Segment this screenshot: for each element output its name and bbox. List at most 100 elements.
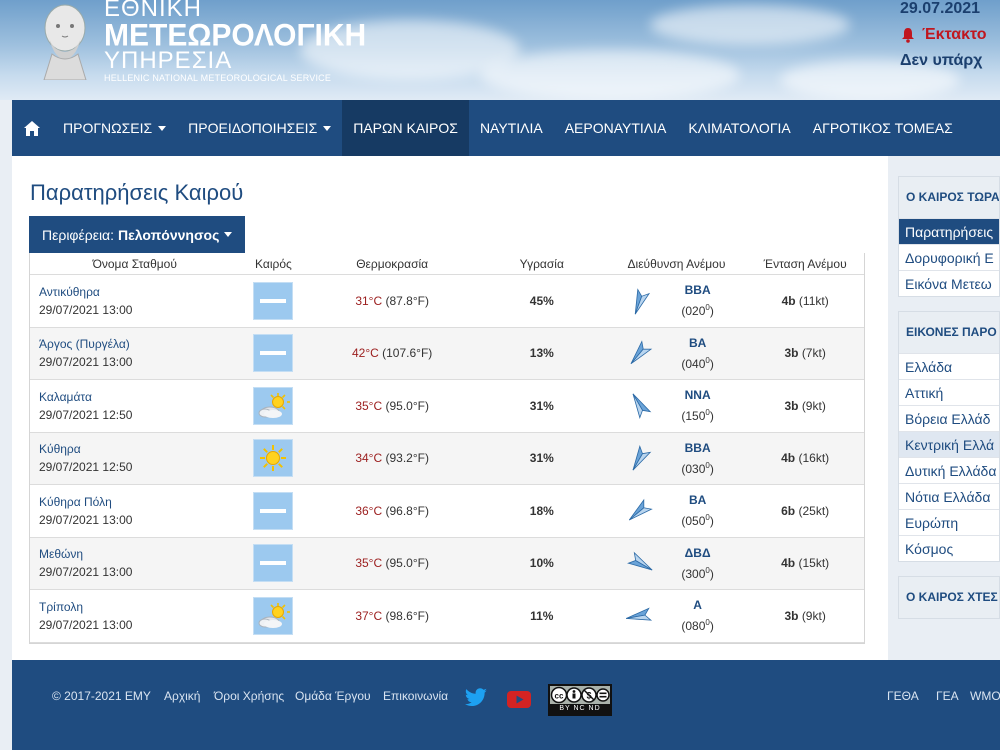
temperature-c: 34°C bbox=[355, 451, 383, 466]
twitter-icon[interactable] bbox=[464, 688, 488, 708]
weather-cell bbox=[240, 281, 308, 320]
wind-degrees-value: (080 bbox=[681, 619, 706, 634]
sidebar-item-attica[interactable]: Αττική bbox=[899, 379, 999, 405]
wind-degrees-close: ) bbox=[709, 409, 714, 424]
home-button[interactable] bbox=[12, 100, 52, 156]
sidebar-item-world[interactable]: Κόσμος bbox=[899, 535, 999, 561]
main-nav: ΠΡΟΓΝΩΣΕΙΣ ΠΡΟΕΙΔΟΠΟΙΗΣΕΙΣ ΠΑΡΩΝ ΚΑΙΡΟΣ … bbox=[12, 100, 1000, 156]
site-header: ΕΘΝΙΚΗ ΜΕΤΕΩΡΟΛΟΓΙΚΗ ΥΠΗΡΕΣΙΑ HELLENIC N… bbox=[0, 0, 1000, 100]
temperature-f: (87.8°F) bbox=[385, 293, 429, 308]
bell-icon bbox=[902, 28, 914, 43]
temperature-cell: 35°C (95.0°F) bbox=[307, 556, 477, 570]
wind-degrees-value: (050 bbox=[681, 514, 706, 529]
sidebar-item-observations[interactable]: Παρατηρήσεις bbox=[899, 218, 999, 244]
temperature-c: 36°C bbox=[355, 503, 383, 518]
observation-time: 29/07/2021 12:50 bbox=[39, 460, 133, 475]
temperature-cell: 42°C (107.6°F) bbox=[307, 346, 477, 360]
wind-knots: (9kt) bbox=[801, 608, 826, 623]
temperature-f: (95.0°F) bbox=[385, 398, 429, 413]
sidebar-yesterday-title[interactable]: Ο ΚΑΙΡΟΣ ΧΤΕΣ bbox=[899, 577, 999, 618]
footer-link-contact[interactable]: Επικοινωνία bbox=[383, 689, 448, 703]
sidebar-item-north-greece[interactable]: Βόρεια Ελλάδ bbox=[899, 405, 999, 431]
footer-link-terms[interactable]: Όροι Χρήσης bbox=[214, 689, 284, 703]
caret-down-icon bbox=[323, 125, 332, 131]
sidebar-item-greece[interactable]: Ελλάδα bbox=[899, 353, 999, 379]
humidity-value: 18% bbox=[529, 503, 554, 518]
sidebar-item-weather-image[interactable]: Εικόνα Μετεω bbox=[899, 270, 999, 296]
logo-text[interactable]: ΕΘΝΙΚΗ ΜΕΤΕΩΡΟΛΟΓΙΚΗ ΥΠΗΡΕΣΙΑ HELLENIC N… bbox=[104, 0, 366, 84]
footer-link-home[interactable]: Αρχική bbox=[164, 689, 200, 703]
nav-agriculture-label: ΑΓΡΟΤΙΚΟΣ ΤΟΜΕΑΣ bbox=[812, 120, 953, 136]
nav-forecasts-label: ΠΡΟΓΝΩΣΕΙΣ bbox=[63, 120, 153, 136]
wind-degrees-value: (150 bbox=[681, 409, 706, 424]
station-cell: Άργος (Πυργέλα) 29/07/2021 13:00 bbox=[30, 335, 240, 371]
wind-speed-cell: 3b (7kt) bbox=[746, 346, 864, 360]
sidebar-yesterday-box: Ο ΚΑΙΡΟΣ ΧΤΕΣ bbox=[898, 576, 1000, 619]
temperature-cell: 36°C (96.8°F) bbox=[307, 504, 477, 518]
station-name-link[interactable]: Μεθώνη bbox=[39, 545, 240, 563]
youtube-icon[interactable] bbox=[507, 691, 531, 708]
station-cell: Τρίπολη 29/07/2021 13:00 bbox=[30, 598, 240, 634]
temperature-cell: 31°C (87.8°F) bbox=[307, 294, 477, 308]
sidebar-item-central-greece[interactable]: Κεντρική Ελλά bbox=[899, 431, 999, 457]
footer-link-team[interactable]: Ομάδα Έργου bbox=[295, 689, 371, 703]
wind-knots: (9kt) bbox=[801, 398, 826, 413]
wind-arrow-icon bbox=[632, 393, 651, 419]
observations-table: Όνομα Σταθμού Καιρός Θερμοκρασία Υγρασία… bbox=[29, 253, 865, 644]
wind-degrees-close: ) bbox=[709, 461, 714, 476]
nav-forecasts[interactable]: ΠΡΟΓΝΩΣΕΙΣ bbox=[52, 100, 177, 156]
wind-arrow-icon bbox=[628, 498, 653, 521]
footer-link-geetha[interactable]: ΓΕΘΑ bbox=[887, 689, 919, 703]
sidebar-item-europe[interactable]: Ευρώπη bbox=[899, 509, 999, 535]
station-name-link[interactable]: Αντικύθηρα bbox=[39, 283, 240, 301]
wind-beaufort: 3b bbox=[784, 608, 799, 623]
nav-current-weather[interactable]: ΠΑΡΩΝ ΚΑΙΡΟΣ bbox=[342, 100, 469, 156]
nav-warnings[interactable]: ΠΡΟΕΙΔΟΠΟΙΗΣΕΙΣ bbox=[177, 100, 342, 156]
station-name-link[interactable]: Άργος (Πυργέλα) bbox=[39, 335, 240, 353]
nav-marine-label: ΝΑΥΤΙΛΙΑ bbox=[479, 120, 543, 136]
cc-license-badge[interactable]: cc $ BY NC ND bbox=[548, 684, 612, 716]
table-row: Κύθηρα 29/07/2021 12:50 34°C (93.2°F) 31% ΒΒ… bbox=[30, 432, 864, 485]
nav-climatology[interactable]: ΚΛΙΜΑΤΟΛΟΓΙΑ bbox=[677, 100, 801, 156]
wind-speed-cell: 3b (9kt) bbox=[746, 399, 864, 413]
weather-cell bbox=[240, 439, 308, 478]
sidebar-images-title: ΕΙΚΟΝΕΣ ΠΑΡΟ bbox=[899, 312, 999, 353]
station-name-link[interactable]: Τρίπολη bbox=[39, 598, 240, 616]
wind-degrees: (0400) bbox=[673, 352, 723, 373]
sidebar-images-box: ΕΙΚΟΝΕΣ ΠΑΡΟ Ελλάδα Αττική Βόρεια Ελλάδ … bbox=[898, 311, 1000, 562]
footer-link-gea[interactable]: ΓΕΑ bbox=[936, 689, 959, 703]
cc-license-label: BY NC ND bbox=[550, 704, 610, 714]
aristotle-bust-logo[interactable] bbox=[30, 2, 100, 80]
table-row: Καλαμάτα 29/07/2021 12:50 35°C (95.0°F) 31%… bbox=[30, 380, 864, 433]
humidity-value: 45% bbox=[529, 293, 554, 308]
nav-aviation-label: ΑΕΡΟΝΑΥΤΙΛΙΑ bbox=[564, 120, 667, 136]
footer: © 2017-2021 ΕΜΥ Αρχική Όροι Χρήσης Ομάδα… bbox=[12, 660, 1000, 750]
caret-down-icon bbox=[158, 125, 167, 131]
sidebar-now-title: Ο ΚΑΙΡΟΣ ΤΩΡΑ bbox=[899, 177, 999, 218]
wind-degrees: (3000) bbox=[673, 562, 723, 583]
weather-cell bbox=[240, 491, 308, 530]
weather-cell bbox=[240, 544, 308, 583]
emergency-alert-link[interactable]: Έκτακτο bbox=[900, 26, 1000, 44]
station-name-link[interactable]: Κύθηρα bbox=[39, 440, 240, 458]
table-header: Όνομα Σταθμού Καιρός Θερμοκρασία Υγρασία… bbox=[30, 253, 864, 275]
wind-arrow-icon bbox=[626, 551, 653, 571]
humidity-value: 31% bbox=[529, 398, 554, 413]
sidebar-item-south-greece[interactable]: Νότια Ελλάδα bbox=[899, 483, 999, 509]
station-name-link[interactable]: Καλαμάτα bbox=[39, 388, 240, 406]
sidebar-now-box: Ο ΚΑΙΡΟΣ ΤΩΡΑ Παρατηρήσεις Δορυφορική Ε … bbox=[898, 176, 1000, 297]
wind-direction-code: ΒΑ bbox=[688, 493, 707, 508]
wind-knots: (15kt) bbox=[798, 556, 830, 571]
table-row: Μεθώνη 29/07/2021 13:00 35°C (95.0°F) 10% ΔΒ… bbox=[30, 537, 864, 590]
footer-link-wmo[interactable]: WMO bbox=[970, 689, 1000, 703]
nav-aviation[interactable]: ΑΕΡΟΝΑΥΤΙΛΙΑ bbox=[554, 100, 678, 156]
region-dropdown[interactable]: Περιφέρεια: Πελοπόννησος bbox=[29, 216, 246, 253]
nav-agriculture[interactable]: ΑΓΡΟΤΙΚΟΣ ΤΟΜΕΑΣ bbox=[802, 100, 964, 156]
station-name-link[interactable]: Κύθηρα Πόλη bbox=[39, 493, 240, 511]
weather-icon bbox=[253, 386, 294, 425]
sidebar-item-west-greece[interactable]: Δυτική Ελλάδα bbox=[899, 457, 999, 483]
haze-icon bbox=[260, 351, 287, 356]
nav-marine[interactable]: ΝΑΥΤΙΛΙΑ bbox=[469, 100, 554, 156]
wind-arrow-icon bbox=[632, 445, 651, 471]
sidebar-item-satellite[interactable]: Δορυφορική Ε bbox=[899, 244, 999, 270]
